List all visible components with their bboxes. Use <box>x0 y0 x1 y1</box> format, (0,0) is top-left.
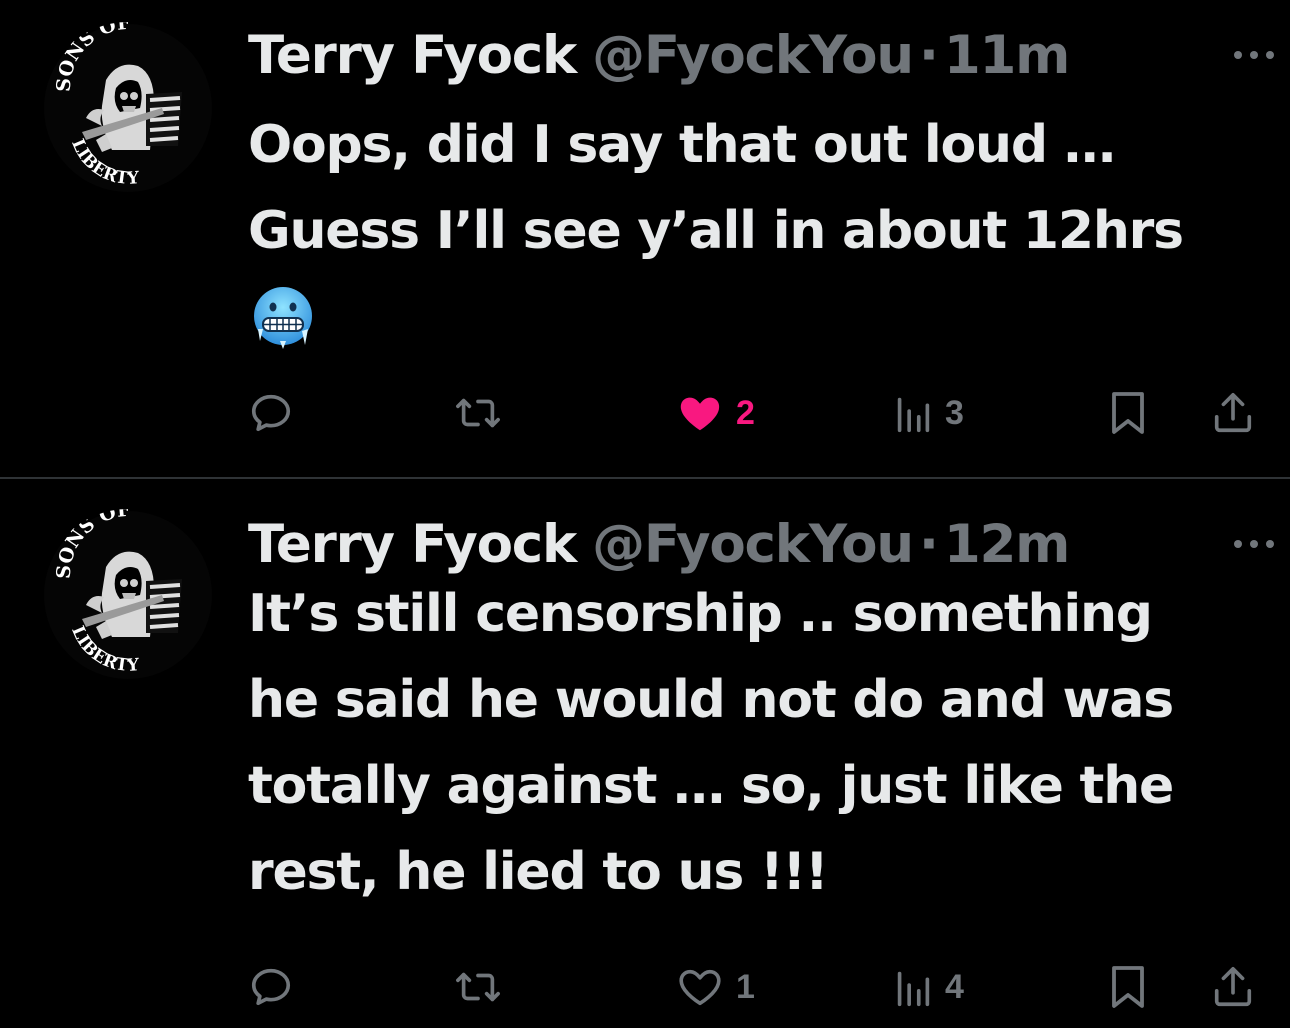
sons-of-liberty-reaper-logo: SONS OF LIBERTY <box>44 509 212 679</box>
reply-button[interactable] <box>248 383 294 443</box>
tweet-text: Oops, did I say that out loud … Guess I’… <box>248 115 1184 261</box>
bookmark-icon <box>1112 966 1144 1008</box>
tweet[interactable]: SONS OF LIBERTY Terry Fyock @FyockYou · … <box>0 0 1290 478</box>
views-count: 4 <box>945 967 964 1006</box>
timestamp[interactable]: 12m <box>944 514 1071 575</box>
tweet-actions: 1 4 <box>0 957 1290 1017</box>
views-button[interactable]: 3 <box>893 383 964 443</box>
like-count: 2 <box>736 393 755 432</box>
heart-outline-icon <box>679 969 721 1006</box>
author-handle[interactable]: @FyockYou <box>592 25 914 86</box>
tweet-text: It’s still censorship .. something he sa… <box>248 584 1174 902</box>
like-button[interactable]: 2 <box>676 383 755 443</box>
heart-filled-icon <box>680 397 720 431</box>
views-icon <box>897 397 930 433</box>
views-icon <box>897 971 930 1007</box>
author-name[interactable]: Terry Fyock <box>248 25 577 86</box>
like-button[interactable]: 1 <box>676 957 755 1017</box>
more-options-icon[interactable] <box>1234 45 1274 65</box>
reply-icon <box>251 394 291 432</box>
tweet-header: Terry Fyock @FyockYou · 11m <box>248 20 1260 90</box>
retweet-button[interactable] <box>454 383 502 443</box>
reply-button[interactable] <box>248 957 294 1017</box>
bookmark-button[interactable] <box>1106 383 1150 443</box>
author-name[interactable]: Terry Fyock <box>248 514 577 575</box>
share-icon <box>1214 966 1252 1007</box>
bookmark-button[interactable] <box>1106 957 1150 1017</box>
cold-face-emoji <box>254 287 312 349</box>
tweet-header: Terry Fyock @FyockYou · 12m <box>248 509 1260 579</box>
share-icon <box>1214 392 1252 433</box>
bookmark-icon <box>1112 392 1144 434</box>
reply-icon <box>251 968 291 1006</box>
retweet-icon <box>456 972 500 1002</box>
separator-dot: · <box>918 24 939 86</box>
sons-of-liberty-reaper-logo: SONS OF LIBERTY <box>44 22 212 192</box>
tweet[interactable]: SONS OF LIBERTY Terry Fyock @FyockYou · … <box>0 479 1290 1028</box>
retweet-icon <box>456 398 500 428</box>
views-button[interactable]: 4 <box>893 957 964 1017</box>
timestamp[interactable]: 11m <box>944 25 1071 86</box>
more-options-icon[interactable] <box>1234 534 1274 554</box>
avatar[interactable]: SONS OF LIBERTY <box>42 22 214 194</box>
tweet-actions: 2 3 <box>0 383 1290 443</box>
retweet-button[interactable] <box>454 957 502 1017</box>
avatar[interactable]: SONS OF LIBERTY <box>42 509 214 681</box>
like-count: 1 <box>736 967 755 1006</box>
author-handle[interactable]: @FyockYou <box>592 514 914 575</box>
share-button[interactable] <box>1210 383 1256 443</box>
share-button[interactable] <box>1210 957 1256 1017</box>
views-count: 3 <box>945 393 964 432</box>
separator-dot: · <box>918 513 939 575</box>
